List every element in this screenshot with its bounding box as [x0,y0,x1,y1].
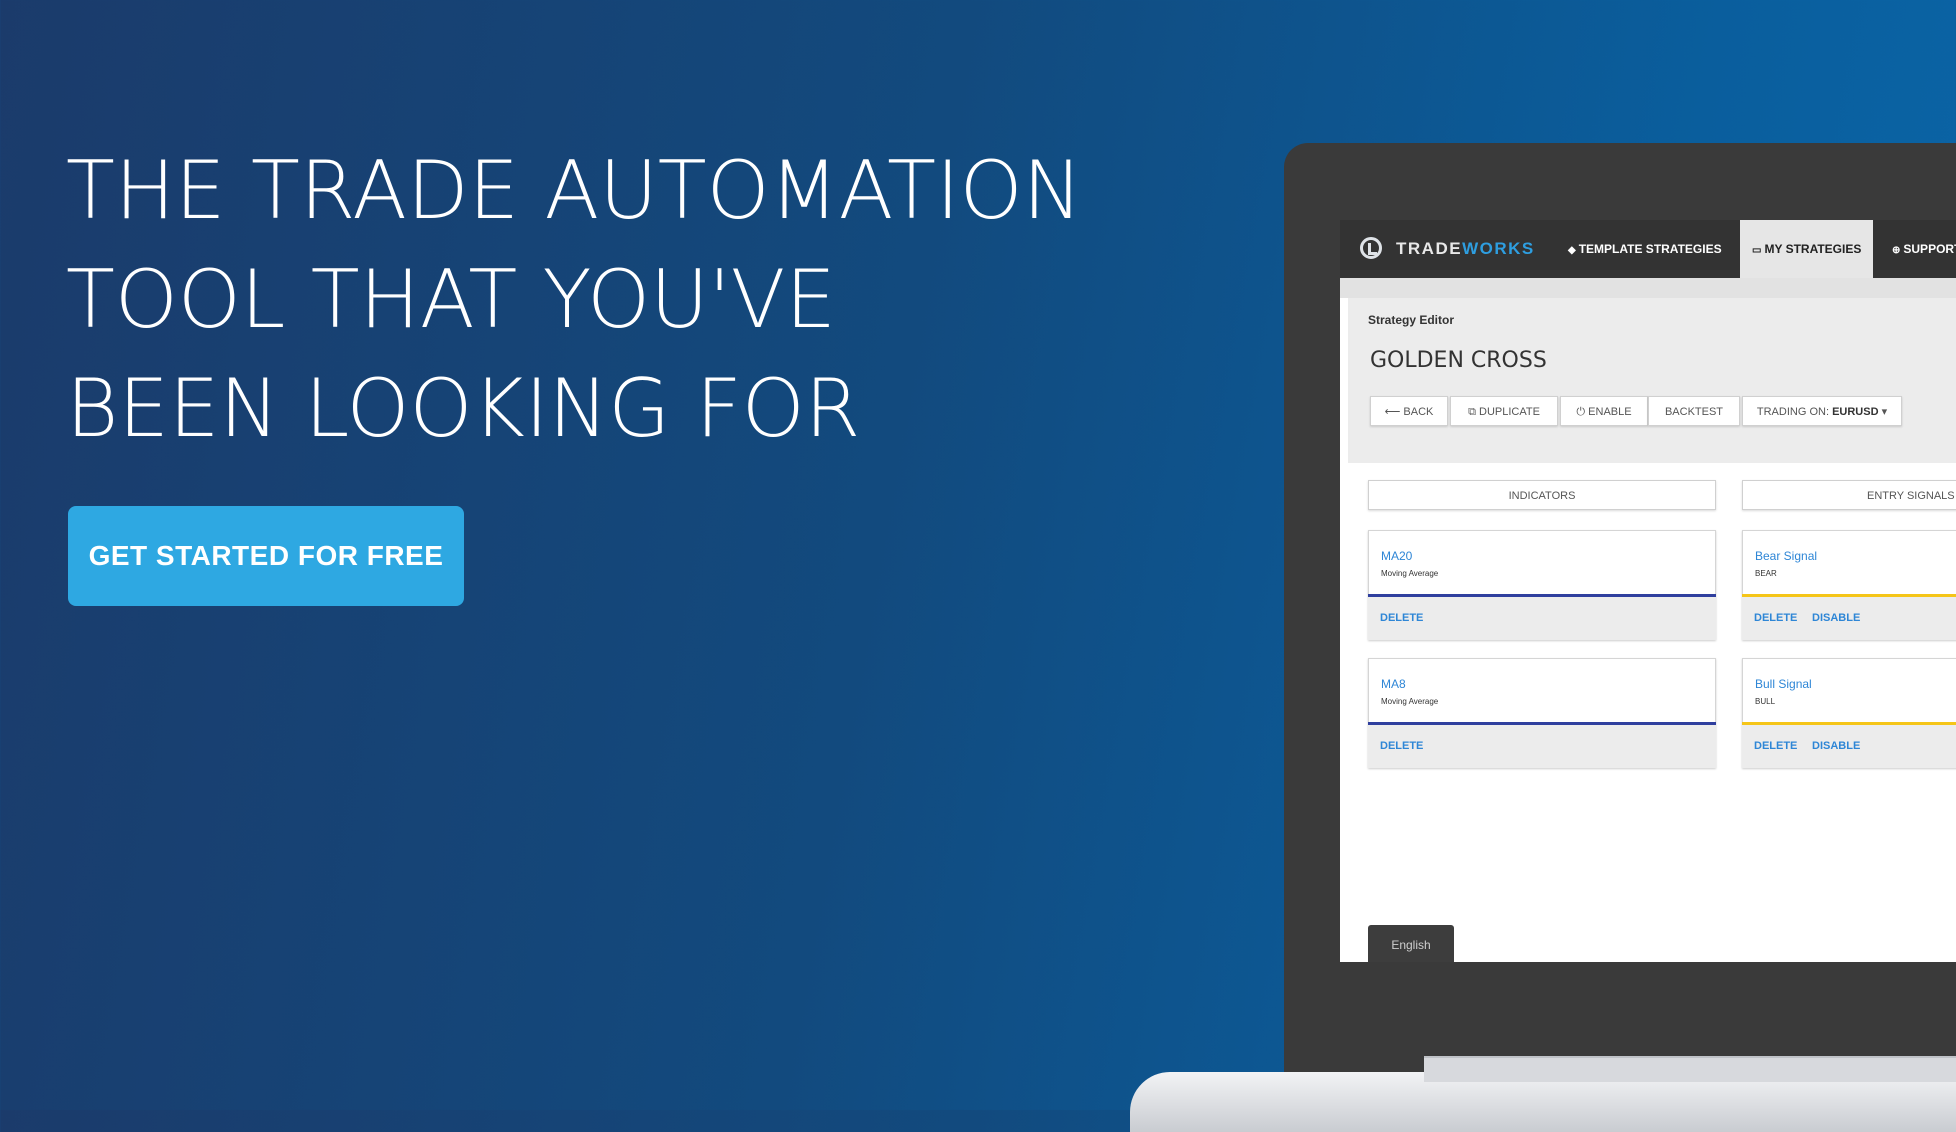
backtest-button[interactable]: BACKTEST [1648,396,1740,426]
hero-title-line-2: TOOL THAT YOU'VE [66,253,836,346]
logo-text-works: WORKS [1462,239,1535,258]
back-label: BACK [1403,406,1434,418]
app-topbar: TRADEWORKS ◆ TEMPLATE STRATEGIES ▭ MY STRA… [1340,220,1956,278]
get-started-button[interactable]: GET STARTED FOR FREE [68,506,464,606]
nav-support[interactable]: ⊕ SUPPORT [1892,220,1956,278]
hero-title-line-3: BEEN LOOKING FOR [66,362,861,455]
nav-my-strategies[interactable]: ▭ MY STRATEGIES [1740,220,1874,278]
indicator-type: Moving Average [1381,569,1439,578]
tag-icon: ◆ [1568,245,1576,256]
delete-indicator-button[interactable]: DELETE [1380,740,1423,752]
signal-accent-line [1742,722,1956,725]
delete-signal-button[interactable]: DELETE [1754,740,1797,752]
indicator-accent-line [1368,722,1716,725]
nav-support-label: SUPPORT [1903,242,1956,256]
indicators-header: INDICATORS [1368,480,1716,510]
back-button[interactable]: ⟵ BACK [1370,396,1448,426]
signal-name[interactable]: Bear Signal [1755,549,1817,563]
trading-on-dropdown[interactable]: TRADING ON: EURUSD ▾ [1742,396,1902,426]
trading-on-label: TRADING ON: [1756,406,1830,418]
indicator-name[interactable]: MA20 [1381,549,1412,563]
signal-type: BULL [1755,697,1776,706]
indicator-card-body: MA20 Moving Average [1368,530,1716,596]
laptop-hinge [1424,1056,1956,1082]
hero-title: THE TRADE AUTOMATION TOOL THAT YOU'VE BE… [66,136,1082,463]
power-icon: ⏻ [1576,406,1589,418]
logo-text-trade: TRADE [1396,239,1463,258]
entry-signals-header: ENTRY SIGNALS [1742,480,1956,510]
delete-indicator-button[interactable]: DELETE [1380,612,1423,624]
signal-card: Bull Signal BULL DELETE DISABLE [1742,658,1956,768]
enable-button[interactable]: ⏻ ENABLE [1560,396,1648,426]
signal-card-body: Bull Signal BULL [1742,658,1956,724]
back-arrow-icon: ⟵ [1384,406,1404,418]
duplicate-button[interactable]: ⧉ DUPLICATE [1450,396,1558,426]
signal-accent-line [1742,594,1956,597]
disable-signal-button[interactable]: DISABLE [1812,612,1860,624]
nav-template-strategies[interactable]: ◆ TEMPLATE STRATEGIES [1568,220,1722,278]
signal-name[interactable]: Bull Signal [1755,677,1812,691]
signal-type: BEAR [1755,569,1777,578]
hero-title-line-1: THE TRADE AUTOMATION [66,144,1083,237]
language-selector[interactable]: English [1368,925,1454,962]
indicator-name[interactable]: MA8 [1381,677,1406,691]
enable-label: ENABLE [1588,406,1632,418]
duplicate-label: DUPLICATE [1479,406,1540,418]
nav-template-strategies-label: TEMPLATE STRATEGIES [1578,242,1722,256]
trading-on-value: EURUSD [1832,406,1879,418]
lifebuoy-icon: ⊕ [1892,245,1901,256]
app-screen: TRADEWORKS ◆ TEMPLATE STRATEGIES ▭ MY STRA… [1340,220,1956,962]
duplicate-icon: ⧉ [1468,406,1479,418]
indicator-card: MA20 Moving Average DELETE [1368,530,1716,640]
tradeworks-logo[interactable]: TRADEWORKS [1396,239,1535,259]
strategy-title: GOLDEN CROSS [1370,348,1547,373]
breadcrumb: Strategy Editor [1368,313,1455,327]
indicator-card: MA8 Moving Average DELETE [1368,658,1716,768]
nav-my-strategies-label: MY STRATEGIES [1764,242,1862,256]
tradeworks-logo-icon [1360,237,1382,259]
delete-signal-button[interactable]: DELETE [1754,612,1797,624]
header-divider [1340,278,1956,298]
signal-card-body: Bear Signal BEAR [1742,530,1956,596]
disable-signal-button[interactable]: DISABLE [1812,740,1860,752]
indicator-type: Moving Average [1381,697,1439,706]
indicator-accent-line [1368,594,1716,597]
caret-down-icon: ▾ [1878,406,1888,418]
backtest-label: BACKTEST [1664,406,1724,418]
indicator-card-body: MA8 Moving Average [1368,658,1716,724]
signal-card: Bear Signal BEAR DELETE DISABLE [1742,530,1956,640]
folder-icon: ▭ [1752,245,1762,256]
